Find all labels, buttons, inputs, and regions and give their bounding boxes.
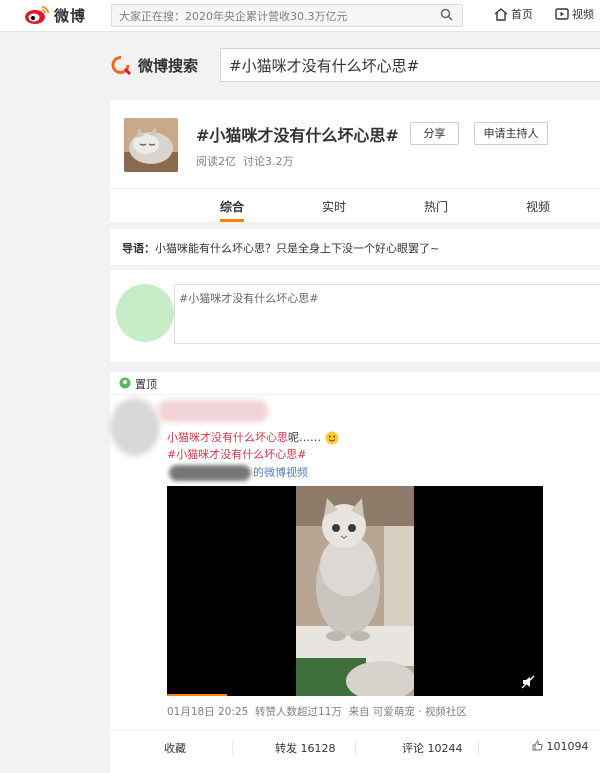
compose-input[interactable]: #小猫咪才没有什么坏心思# bbox=[174, 284, 600, 344]
video-source-suffix: 的微博视频 bbox=[253, 466, 308, 479]
like-thumb-icon bbox=[532, 740, 543, 751]
guide-label: 导语： bbox=[122, 242, 155, 255]
nav-home-label: 首页 bbox=[511, 8, 533, 21]
action-divider bbox=[232, 741, 233, 755]
nav-video-label: 视频 bbox=[572, 8, 594, 21]
like-count: 101094 bbox=[546, 740, 589, 753]
logo-text: 微博 bbox=[54, 6, 87, 25]
share-button[interactable]: 分享 bbox=[410, 122, 459, 145]
search-icon[interactable] bbox=[440, 8, 453, 21]
source-prefix: 来自 bbox=[348, 706, 370, 718]
weibo-search-title: 微博搜索 bbox=[138, 56, 199, 75]
smile-emoji-icon bbox=[325, 431, 338, 445]
pinned-label: 置顶 bbox=[135, 378, 157, 391]
post-meta: 01月18日 20:25 转赞人数超过11万 来自 可爱萌宠 · 视频社区 bbox=[167, 704, 467, 719]
topic-thumbnail bbox=[124, 118, 178, 172]
comment-button[interactable]: 评论 10244 bbox=[402, 740, 463, 756]
user-avatar[interactable] bbox=[116, 284, 174, 342]
nav-home[interactable]: 首页 bbox=[494, 6, 533, 22]
discussion-count: 讨论3.2万 bbox=[243, 155, 294, 168]
home-icon bbox=[494, 7, 508, 21]
tab-hot[interactable]: 热门 bbox=[424, 198, 448, 215]
poster-name[interactable] bbox=[158, 400, 268, 422]
topic-hashtag-link[interactable]: #小猫咪才没有什么坏心思# bbox=[167, 446, 306, 462]
topic-card: #小猫咪才没有什么坏心思# 分享 申请主持人 阅读2亿 讨论3.2万 综合 实时… bbox=[110, 100, 600, 222]
topic-stats: 阅读2亿 讨论3.2万 bbox=[196, 153, 294, 169]
guide-text: 小猫咪能有什么坏心思？只是全身上下没一个好心眼罢了~ bbox=[155, 242, 440, 255]
topic-search-value: #小猫咪才没有什么坏心思# bbox=[229, 57, 420, 75]
topic-guide: 导语：小猫咪能有什么坏心思？只是全身上下没一个好心眼罢了~ bbox=[110, 229, 600, 265]
post-date[interactable]: 01月18日 20:25 bbox=[167, 706, 248, 718]
like-button[interactable]: 101094 bbox=[532, 740, 589, 753]
topic-link[interactable]: 小猫咪才没有什么坏心思 bbox=[167, 431, 288, 444]
nav-video[interactable]: 视频 bbox=[555, 6, 594, 22]
compose-box: #小猫咪才没有什么坏心思# bbox=[110, 270, 600, 362]
post-source[interactable]: 可爱萌宠 · 视频社区 bbox=[373, 706, 467, 718]
cat-thumbnail-image bbox=[124, 118, 178, 172]
weibo-logo[interactable]: 微博 bbox=[24, 4, 86, 26]
pinned-row: 置顶 bbox=[110, 372, 600, 395]
pin-location-icon bbox=[119, 377, 131, 389]
feed-card: 置顶 小猫咪才没有什么坏心思呢…… #小猫咪才没有什么坏心思# 的微博视频 01… bbox=[110, 372, 600, 773]
post-text-rest: 呢…… bbox=[288, 431, 321, 444]
video-icon bbox=[555, 8, 569, 20]
mute-icon[interactable] bbox=[521, 675, 535, 689]
redacted-name bbox=[169, 465, 251, 481]
video-source-link[interactable]: 的微博视频 bbox=[167, 464, 308, 481]
topic-tabs: 综合 实时 热门 视频 bbox=[110, 188, 600, 223]
weibo-search-logo-icon bbox=[111, 56, 132, 76]
weibo-search-logo[interactable]: 微博搜索 bbox=[110, 54, 198, 76]
repost-button[interactable]: 转发 16128 bbox=[275, 740, 336, 756]
topic-search-input[interactable]: #小猫咪才没有什么坏心思# bbox=[220, 48, 600, 82]
video-frame-image bbox=[296, 486, 414, 696]
video-player[interactable] bbox=[167, 486, 543, 696]
search-placeholder: 大家正在搜：2020年央企累计营收30.3万亿元 bbox=[119, 10, 348, 23]
video-progress-bar[interactable] bbox=[167, 694, 227, 696]
favorite-button[interactable]: 收藏 bbox=[164, 740, 186, 756]
action-divider bbox=[478, 741, 479, 755]
weibo-logo-icon bbox=[25, 6, 49, 24]
post-actions: 收藏 转发 16128 评论 10244 101094 bbox=[110, 730, 600, 765]
post-text-line1: 小猫咪才没有什么坏心思呢…… bbox=[167, 429, 339, 445]
compose-value: #小猫咪才没有什么坏心思# bbox=[179, 292, 319, 305]
action-divider bbox=[355, 741, 356, 755]
apply-host-button[interactable]: 申请主持人 bbox=[474, 122, 548, 145]
tab-video[interactable]: 视频 bbox=[526, 198, 550, 215]
topic-title: #小猫咪才没有什么坏心思# bbox=[196, 126, 399, 145]
active-tab-indicator bbox=[220, 219, 244, 222]
tab-realtime[interactable]: 实时 bbox=[322, 198, 346, 215]
read-count: 阅读2亿 bbox=[196, 155, 236, 168]
top-bar: 微博 大家正在搜：2020年央企累计营收30.3万亿元 首页 视频 bbox=[0, 0, 600, 32]
global-search-input[interactable]: 大家正在搜：2020年央企累计营收30.3万亿元 bbox=[111, 4, 463, 27]
tab-comprehensive[interactable]: 综合 bbox=[220, 198, 244, 215]
poster-avatar[interactable] bbox=[110, 398, 160, 456]
repost-exceed: 转赞人数超过11万 bbox=[255, 706, 342, 718]
